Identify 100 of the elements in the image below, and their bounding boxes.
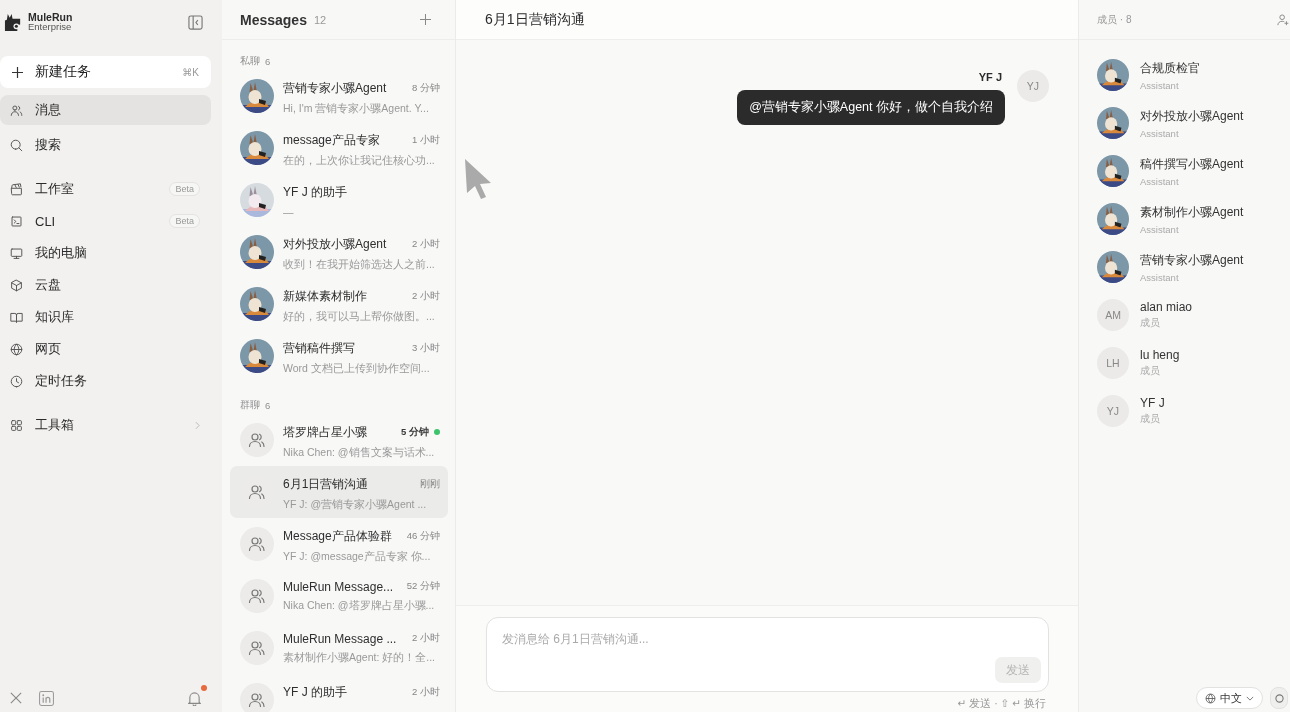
members-title: 成员 · 8 (1097, 12, 1132, 27)
nav-item[interactable]: CLI Beta (0, 205, 211, 237)
group-avatar-icon (240, 631, 274, 665)
circle-icon (1274, 693, 1284, 703)
member-role: 成员 (1140, 317, 1161, 330)
section-label: 私聊 (240, 54, 260, 68)
section-label: 群聊 (240, 398, 260, 412)
conversation-title: 新媒体素材制作 (283, 287, 367, 305)
conversation-item[interactable]: YF J 的助手 2 小时 (230, 674, 448, 712)
member-role: 成员 (1140, 365, 1161, 378)
chevron-down-icon (1246, 695, 1254, 701)
collapse-sidebar-icon[interactable] (188, 14, 203, 30)
conversation-item[interactable]: 6月1日营销沟通 刚刚 YF J: @营销专家小骡Agent ... (230, 466, 448, 518)
plus-icon[interactable] (420, 14, 431, 25)
circle-icon-button[interactable] (1270, 687, 1288, 709)
conversation-time: 3 小时 (412, 341, 440, 355)
message-input-field[interactable]: 发消息给 6月1日营销沟通... (487, 618, 1041, 657)
mule-avatar-icon (1097, 107, 1129, 139)
mule-avatar-icon (240, 339, 274, 373)
conversation-time: 5 分钟 (401, 425, 429, 439)
nav-item[interactable]: 搜索 (0, 130, 211, 160)
message-preview: Word 文档已上传到协作空间... (283, 361, 431, 376)
conversation-time: 46 分钟 (406, 529, 440, 543)
member-name: lu heng (1140, 348, 1180, 362)
mule-avatar-icon (1097, 155, 1129, 187)
clock-icon (10, 374, 23, 388)
plus-icon (12, 66, 23, 78)
member-name: 合规质检官 (1140, 59, 1200, 77)
member-role: Assistant (1140, 175, 1180, 187)
linkedin-icon[interactable] (39, 690, 54, 706)
grid-icon (10, 418, 23, 432)
conversation-title: 塔罗牌占星小骡 (283, 423, 367, 441)
nav-item[interactable]: 知识库 (0, 301, 211, 333)
message-preview: 在的，上次你让我记住核心功... (283, 153, 436, 168)
pointer-cursor-icon (463, 157, 493, 199)
conversation-item[interactable]: Message产品体验群 46 分钟 YF J: @message产品专家 你... (230, 518, 448, 570)
section-count: 6 (265, 55, 271, 67)
conversation-item[interactable]: 营销专家小骡Agent 8 分钟 Hi, I'm 营销专家小骡Agent. Y... (230, 70, 448, 122)
message-preview: YF J: @营销专家小骡Agent ... (283, 497, 428, 512)
message-preview: Nika Chen: @销售文案与话术... (283, 445, 436, 460)
member-name: 素材制作小骡Agent (1140, 203, 1244, 221)
conversation-item[interactable]: 营销稿件撰写 3 小时 Word 文档已上传到协作空间... (230, 330, 448, 382)
member-role: Assistant (1140, 79, 1180, 91)
conversation-item[interactable]: 塔罗牌占星小骡 5 分钟 Nika Chen: @销售文案与话术... (230, 414, 448, 466)
mule-avatar-icon (240, 131, 274, 165)
mule-avatar-icon (240, 287, 274, 321)
message-preview: — (283, 205, 295, 218)
language-button[interactable]: 中文 (1196, 687, 1263, 709)
globe-icon (1205, 692, 1216, 704)
nav-item[interactable]: 我的电脑 (0, 237, 211, 269)
conversation-time: 2 小时 (412, 289, 440, 303)
conversation-title: 6月1日营销沟通 (283, 475, 369, 493)
member-role: Assistant (1140, 127, 1180, 139)
conversation-item[interactable]: 对外投放小骡Agent 2 小时 收到！在我开始筛选达人之前... (230, 226, 448, 278)
monitor-icon (10, 246, 23, 260)
message-preview: Nika Chen: @塔罗牌占星小骡... (283, 598, 436, 613)
nav-item[interactable]: 工具箱 (0, 409, 211, 441)
brand-name: MuleRun (28, 12, 73, 22)
brand-edition: Enterprise (28, 22, 73, 32)
group-avatar-icon (240, 527, 274, 561)
member-name: 对外投放小骡Agent (1140, 107, 1244, 125)
clapperboard-icon (10, 182, 23, 196)
new-task-button[interactable]: 新建任务 ⌘K (0, 56, 211, 88)
users-icon (10, 103, 23, 117)
conversation-time: 52 分钟 (406, 580, 440, 593)
add-member-icon[interactable] (1277, 13, 1289, 26)
mule-avatar-icon (1097, 203, 1129, 235)
book-icon (10, 310, 23, 324)
message-preview: 收到！在我开始筛选达人之前... (283, 257, 436, 272)
member-name: YF J (1140, 396, 1165, 410)
member-name: 营销专家小骡Agent (1140, 251, 1244, 269)
nav-item[interactable]: 网页 (0, 333, 211, 365)
nav-item[interactable]: 工作室 Beta (0, 173, 211, 205)
conversation-title: MuleRun Message ... (283, 631, 397, 646)
member-role: Assistant (1140, 223, 1180, 235)
conversation-item[interactable]: MuleRun Message... 52 分钟 Nika Chen: @塔罗牌占星小骡... (230, 570, 448, 622)
nav-item[interactable]: 云盘 (0, 269, 211, 301)
user-avatar: YJ (1017, 70, 1049, 102)
message-bubble: @营销专家小骡Agent 你好，做个自我介绍 (737, 90, 1005, 125)
nav-item[interactable]: 消息 (0, 95, 211, 125)
section-count: 6 (265, 399, 271, 411)
conversation-title: 营销稿件撰写 (283, 339, 355, 357)
mule-avatar-icon (240, 79, 274, 113)
group-avatar-icon (240, 579, 274, 613)
message-preview: 素材制作小骡Agent: 好的！全... (283, 650, 437, 665)
member-avatar: LH (1097, 347, 1129, 379)
conversation-item[interactable]: 新媒体素材制作 2 小时 好的，我可以马上帮你做图。... (230, 278, 448, 330)
globe-icon (10, 342, 23, 356)
mule-avatar-icon (240, 183, 274, 217)
shortcut-label: ⌘K (182, 66, 199, 78)
conversation-item[interactable]: MuleRun Message ... 2 小时 素材制作小骡Agent: 好的！全... (230, 622, 448, 674)
nav-item[interactable]: 定时任务 (0, 365, 211, 397)
conversation-item[interactable]: YF J 的助手 — (230, 174, 448, 226)
x-logo-icon[interactable] (10, 692, 22, 704)
conversation-item[interactable]: message产品专家 1 小时 在的，上次你让我记住核心功... (230, 122, 448, 174)
keyboard-hint: ↵ 发送 · ⇧ ↵ 换行 (956, 697, 1047, 710)
bell-icon[interactable] (188, 690, 201, 706)
conversation-time: 8 分钟 (412, 81, 440, 95)
cube-icon (10, 278, 23, 292)
conversation-title: MuleRun Message... (283, 579, 394, 594)
